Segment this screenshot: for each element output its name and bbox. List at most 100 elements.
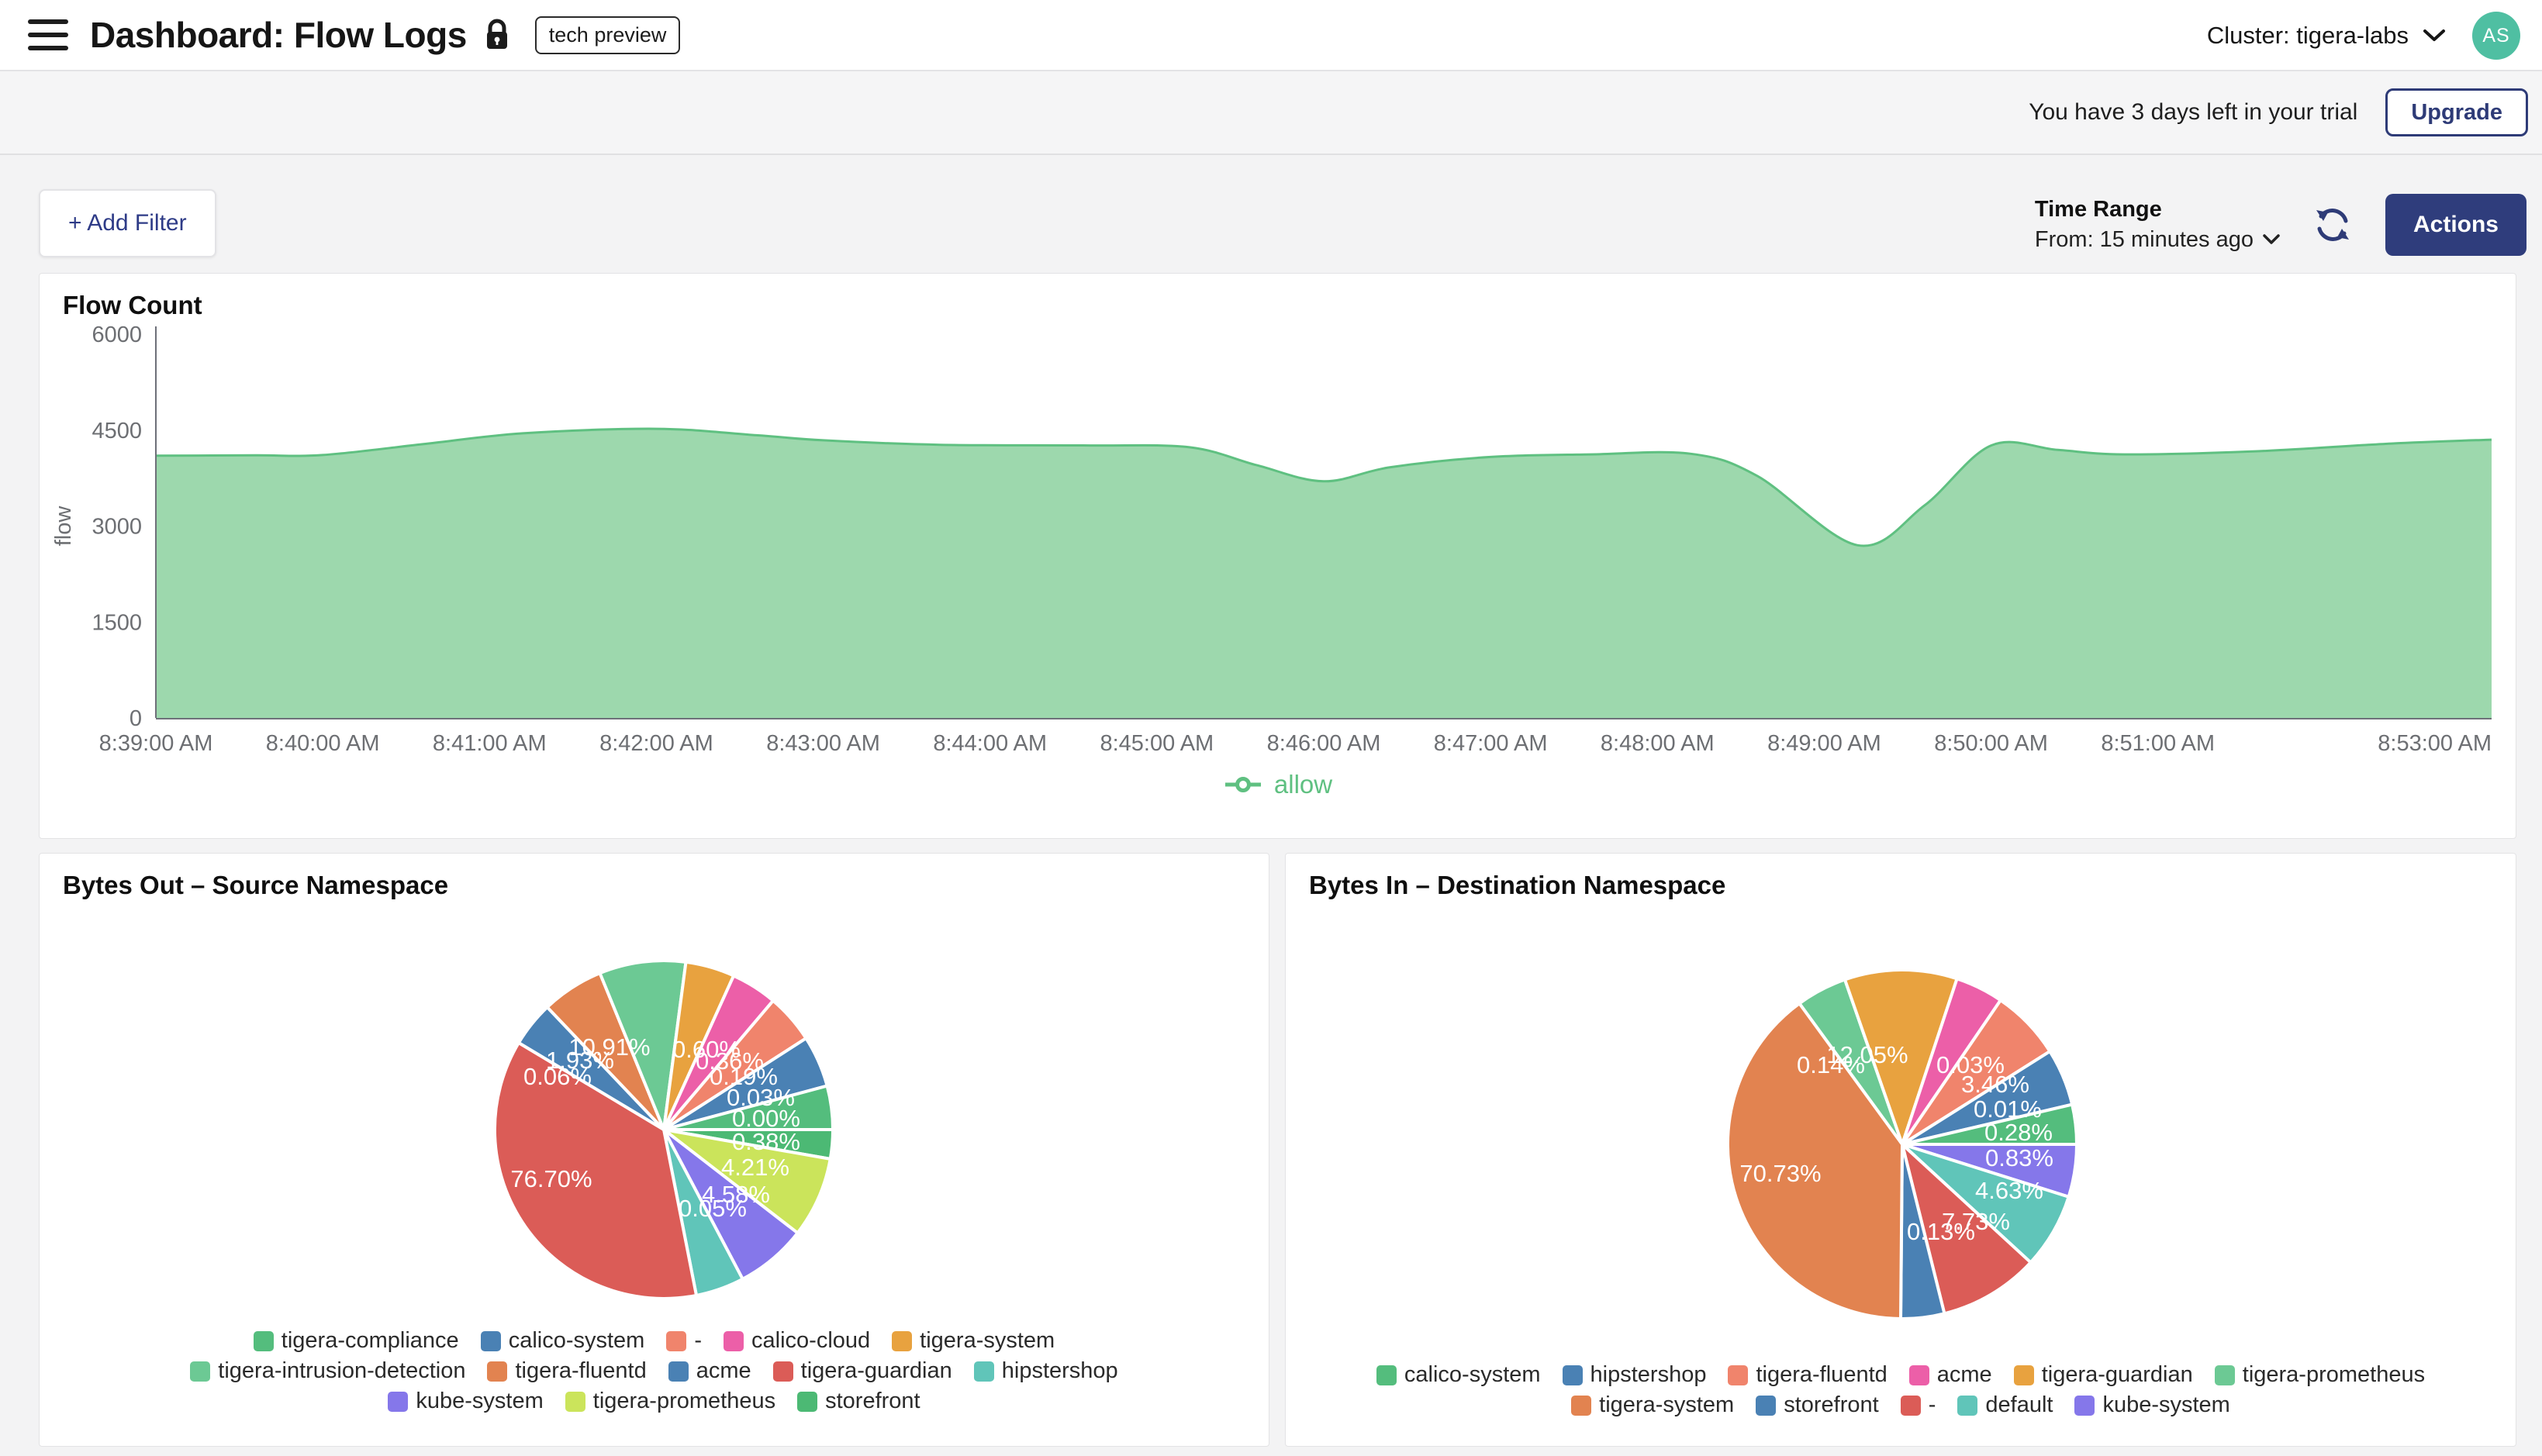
legend-item--[interactable]: - (666, 1328, 702, 1354)
legend-item-tigera-prometheus[interactable]: tigera-prometheus (2215, 1362, 2425, 1388)
legend-swatch (481, 1331, 501, 1351)
legend-swatch (1563, 1365, 1583, 1385)
menu-icon[interactable] (28, 19, 68, 50)
legend-swatch (388, 1392, 408, 1412)
y-tick-label: 4500 (92, 419, 142, 443)
legend-label: default (1985, 1392, 2053, 1418)
y-axis-label: flow (51, 505, 76, 547)
x-tick-label: 8:50:00 AM (1934, 731, 2048, 756)
bytes-in-card: Bytes In – Destination Namespace 0.83%4.… (1285, 853, 2516, 1447)
legend-swatch (2014, 1365, 2034, 1385)
cluster-selector[interactable]: Cluster: tigera-labs (2207, 22, 2446, 50)
time-range-selector[interactable]: Time Range From: 15 minutes ago (2035, 197, 2280, 253)
legend-swatch (2215, 1365, 2235, 1385)
legend-swatch (1957, 1396, 1977, 1416)
legend-item-acme[interactable]: acme (1909, 1362, 1992, 1388)
legend-swatch (1901, 1396, 1921, 1416)
legend-label: tigera-guardian (801, 1358, 952, 1384)
time-range-value: From: 15 minutes ago (2035, 227, 2254, 253)
bytes-out-legend: tigera-compliance calico-system -calico-cl… (40, 1328, 1269, 1414)
legend-label: kube-system (416, 1389, 543, 1414)
actions-button[interactable]: Actions (2385, 194, 2526, 256)
legend-item-allow[interactable]: allow (40, 770, 2516, 799)
legend-label: storefront (1784, 1392, 1879, 1418)
legend-swatch (666, 1331, 686, 1351)
avatar[interactable]: AS (2472, 12, 2520, 60)
trial-message: You have 3 days left in your trial (2029, 99, 2357, 126)
legend-item-hipstershop[interactable]: hipstershop (974, 1358, 1118, 1384)
legend-item-calico-cloud[interactable]: calico-cloud (724, 1328, 870, 1354)
legend-swatch (724, 1331, 744, 1351)
legend-item-default[interactable]: default (1957, 1392, 2053, 1418)
tech-preview-badge: tech preview (535, 16, 681, 54)
legend-label: tigera-prometheus (2243, 1362, 2425, 1388)
legend-swatch (974, 1361, 994, 1382)
legend-item-tigera-guardian[interactable]: tigera-guardian (2014, 1362, 2193, 1388)
legend-label: calico-system (1404, 1362, 1541, 1388)
chevron-down-icon (2263, 234, 2280, 245)
x-tick-label: 8:51:00 AM (2101, 731, 2215, 756)
legend-label: tigera-prometheus (593, 1389, 775, 1414)
legend-swatch (254, 1331, 274, 1351)
add-filter-button[interactable]: + Add Filter (39, 189, 216, 257)
legend-item--[interactable]: - (1901, 1392, 1936, 1418)
legend-item-kube-system[interactable]: kube-system (2074, 1392, 2229, 1418)
allow-legend-marker-icon (1223, 773, 1263, 796)
x-tick-label: 8:43:00 AM (766, 731, 880, 756)
legend-swatch (1571, 1396, 1591, 1416)
y-tick-label: 6000 (92, 323, 142, 347)
legend-swatch (668, 1361, 689, 1382)
legend-label: - (694, 1328, 702, 1354)
legend-item-tigera-system[interactable]: tigera-system (892, 1328, 1055, 1354)
app-header: Dashboard: Flow Logs tech preview Cluste… (0, 0, 2542, 71)
allow-legend-label: allow (1274, 770, 1332, 799)
legend-item-calico-system[interactable]: calico-system (1376, 1362, 1541, 1388)
legend-swatch (773, 1361, 793, 1382)
legend-item-storefront[interactable]: storefront (797, 1389, 920, 1414)
legend-swatch (565, 1392, 585, 1412)
legend-item-tigera-compliance[interactable]: tigera-compliance (254, 1328, 459, 1354)
legend-item-kube-system[interactable]: kube-system (388, 1389, 543, 1414)
x-tick-label: 8:49:00 AM (1767, 731, 1881, 756)
legend-label: kube-system (2102, 1392, 2229, 1418)
legend-swatch (1909, 1365, 1929, 1385)
x-tick-label: 8:40:00 AM (266, 731, 380, 756)
x-tick-label: 8:48:00 AM (1601, 731, 1715, 756)
time-range-title: Time Range (2035, 197, 2280, 223)
allow-area (156, 429, 2492, 718)
refresh-icon[interactable] (2312, 205, 2353, 245)
legend-label: acme (1937, 1362, 1992, 1388)
page-title: Dashboard: Flow Logs (90, 14, 467, 56)
legend-item-tigera-prometheus[interactable]: tigera-prometheus (565, 1389, 775, 1414)
x-tick-label: 8:47:00 AM (1434, 731, 1548, 756)
legend-swatch (2074, 1396, 2095, 1416)
legend-label: - (1929, 1392, 1936, 1418)
legend-swatch (797, 1392, 817, 1412)
legend-label: hipstershop (1002, 1358, 1118, 1384)
legend-item-tigera-fluentd[interactable]: tigera-fluentd (1728, 1362, 1887, 1388)
legend-swatch (1376, 1365, 1397, 1385)
cluster-label: Cluster: tigera-labs (2207, 22, 2409, 50)
x-tick-label: 8:53:00 AM (2378, 731, 2492, 756)
y-tick-label: 1500 (92, 610, 142, 635)
legend-swatch (1728, 1365, 1748, 1385)
legend-item-hipstershop[interactable]: hipstershop (1563, 1362, 1707, 1388)
legend-item-acme[interactable]: acme (668, 1358, 751, 1384)
page: Dashboard: Flow Logs tech preview Cluste… (0, 0, 2542, 1456)
trial-banner: You have 3 days left in your trial Upgra… (0, 71, 2542, 155)
legend-item-storefront[interactable]: storefront (1756, 1392, 1879, 1418)
legend-item-tigera-guardian[interactable]: tigera-guardian (773, 1358, 952, 1384)
legend-item-tigera-intrusion-detection[interactable]: tigera-intrusion-detection (190, 1358, 465, 1384)
legend-label: tigera-fluentd (1756, 1362, 1887, 1388)
legend-item-calico-system[interactable]: calico-system (481, 1328, 645, 1354)
upgrade-button[interactable]: Upgrade (2385, 88, 2528, 136)
legend-swatch (892, 1331, 912, 1351)
y-tick-label: 0 (130, 706, 142, 731)
legend-label: tigera-system (1599, 1392, 1734, 1418)
legend-item-tigera-system[interactable]: tigera-system (1571, 1392, 1734, 1418)
legend-label: tigera-fluentd (515, 1358, 646, 1384)
chevron-down-icon (2423, 29, 2446, 43)
flow-count-chart: 01500300045006000flow8:39:00 AM8:40:00 A… (40, 274, 2517, 840)
legend-item-tigera-fluentd[interactable]: tigera-fluentd (487, 1358, 646, 1384)
legend-label: calico-system (509, 1328, 645, 1354)
